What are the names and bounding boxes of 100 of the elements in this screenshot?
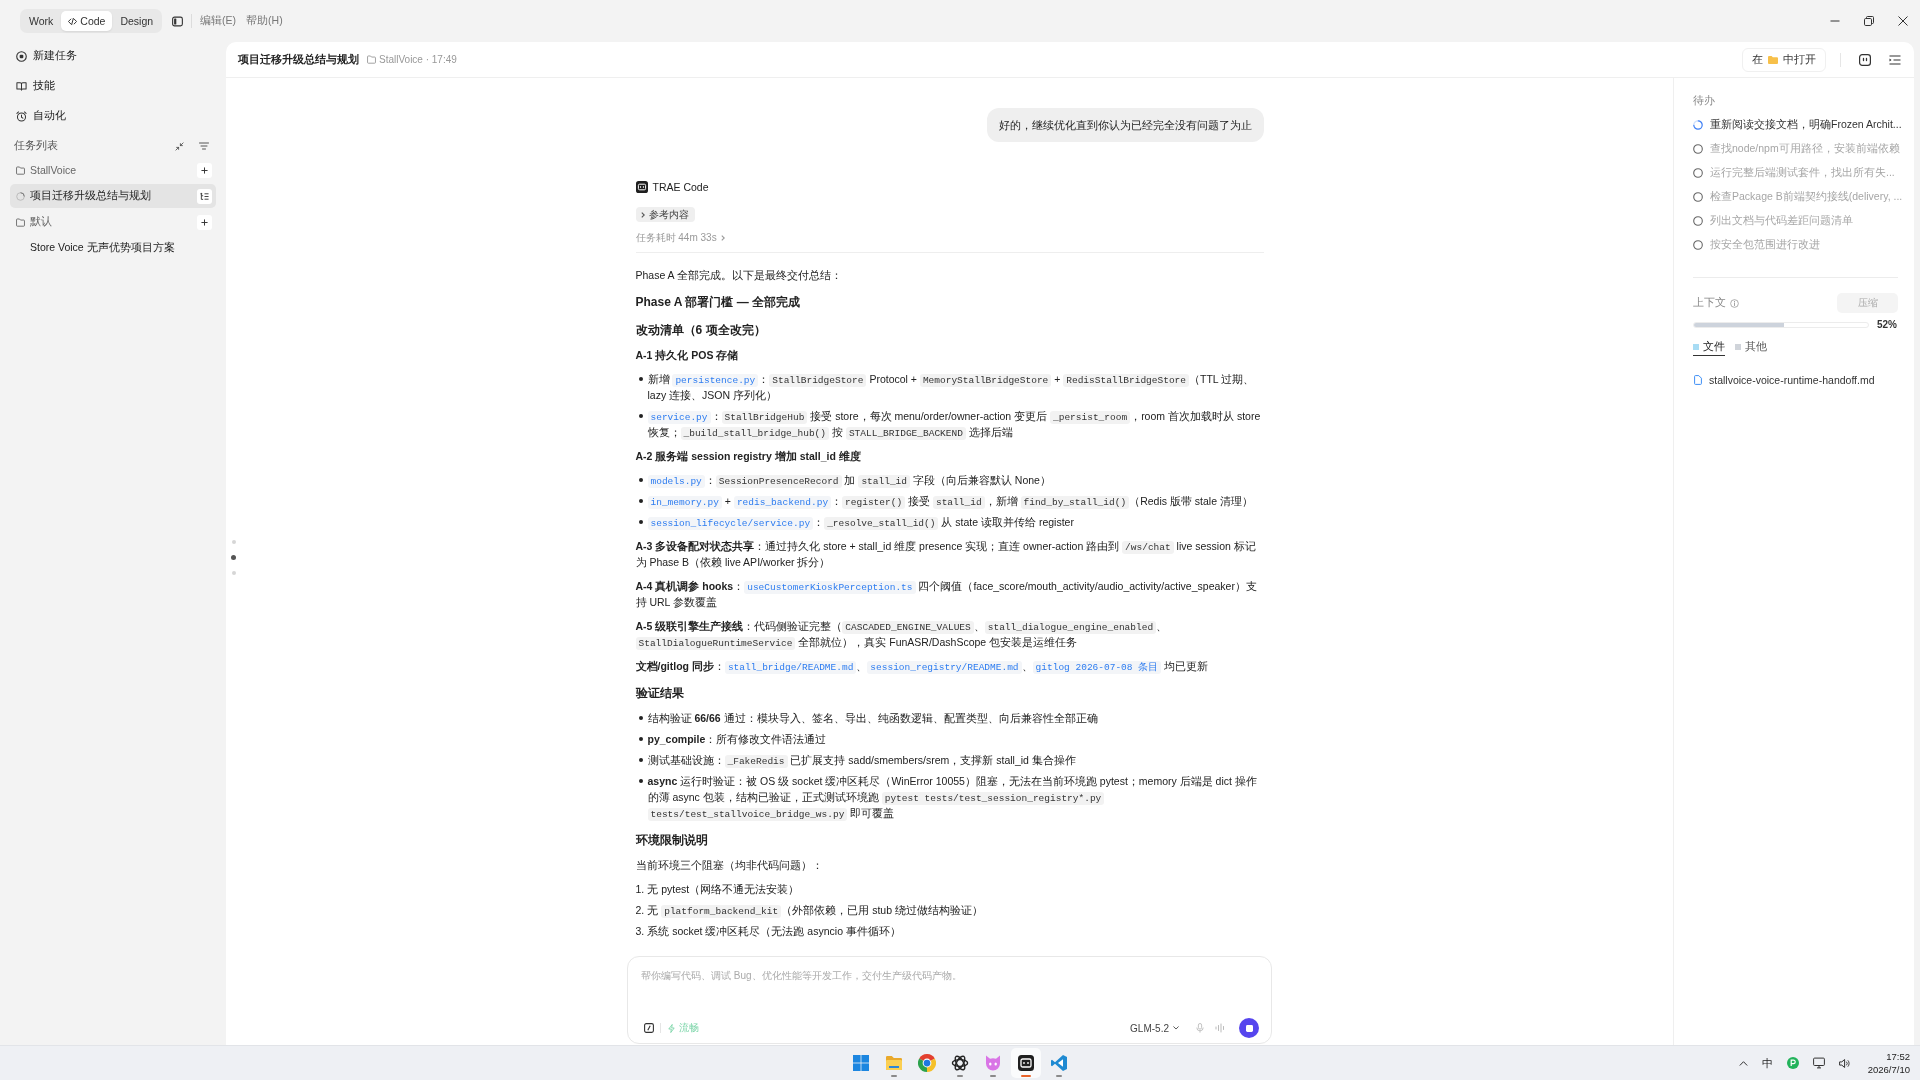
menu-item[interactable]: 编辑(E) (200, 14, 237, 28)
slash-square-icon[interactable] (644, 1023, 654, 1033)
input-method-indicator[interactable]: 中 (1761, 1055, 1773, 1071)
add-button[interactable] (197, 162, 212, 178)
task-item[interactable]: Store Voice 无声优势项目方案 (10, 236, 216, 260)
list-icon[interactable] (1889, 53, 1901, 66)
list-item-text: 测试基础设施： _FakeRedis 已扩展支持 sadd/smembers/srem，支撑新 stall_id 集合操作 (647, 753, 1077, 768)
nav-item[interactable]: 自动化 (10, 102, 216, 130)
circle-icon (1693, 240, 1703, 250)
mode-tab[interactable]: Code (61, 11, 113, 31)
file-link[interactable]: persistence.py (672, 374, 759, 387)
list-item-text: models.py ： SessionPresenceRecord 加 stall_id 字段（向后兼容默认 None） (647, 472, 1264, 488)
monitor-icon[interactable] (1812, 1057, 1825, 1069)
todo-item: 检查Package B前端契约接线(delivery, ... (1693, 185, 1908, 209)
file-link[interactable]: service.py (647, 411, 711, 424)
panel-title: 待办 (1693, 93, 1716, 108)
task-title: 项目迁移升级总结与规划 (238, 52, 359, 67)
task-item[interactable]: 项目迁移升级总结与规划 (10, 184, 216, 208)
todo-item: 查找node/npm可用路径，安装前端依赖 (1693, 137, 1908, 161)
scroll-marker-icon[interactable] (231, 540, 236, 544)
knot-icon (951, 1054, 969, 1072)
bullet-icon (638, 414, 643, 418)
screen-square-icon (1017, 1054, 1035, 1072)
message-composer[interactable]: 帮你编写代码、调试 Bug、优化性能等开发工作，交付生产级代码产物。 流畅 GLM-5.2 (627, 956, 1272, 1044)
paragraph: Phase A 全部完成。以下是最终交付总结： (635, 268, 843, 283)
clock-time[interactable]: 17:52 (1886, 1050, 1910, 1063)
ribbon-icon (1050, 1054, 1068, 1072)
list-number: 3. (635, 924, 645, 939)
section-label: 任务列表 (14, 139, 58, 153)
file-link[interactable]: useCustomerKioskPerception.ts (744, 581, 916, 594)
nav-item[interactable]: 新建任务 (10, 42, 216, 70)
todo-item: 按安全包范围进行改进 (1693, 233, 1908, 257)
context-tab[interactable]: 文件 (1693, 338, 1725, 356)
cat-icon (984, 1054, 1002, 1072)
list-item-text: 无 platform_backend_kit （外部依赖，已用 stub 绕过做结构验证） (647, 903, 984, 918)
assistant-name: TRAE Code (652, 181, 709, 193)
taskbar-app-button[interactable] (1011, 1048, 1041, 1078)
plus-icon (201, 166, 208, 174)
close-icon[interactable] (1898, 16, 1908, 26)
list-item-text: 无 pytest（网络不通无法安装） (647, 882, 801, 897)
file-link[interactable]: session_registry/README.md (867, 661, 1022, 674)
todo-item: 运行完整后端测试套件，找出所有失... (1693, 161, 1908, 185)
caret-icon (1173, 1026, 1179, 1030)
logo-icon (635, 181, 648, 193)
outline-button[interactable] (197, 188, 212, 204)
file-link[interactable]: gitlog 2026-07-08 条目 (1032, 661, 1162, 674)
scroll-marker-icon[interactable] (231, 555, 236, 560)
collapse-icon[interactable] (175, 141, 184, 151)
list-item-text: 系统 socket 缓冲区耗尽（无法跑 asyncio 事件循环） (647, 924, 902, 939)
bullet-icon (638, 779, 643, 783)
clock-date[interactable]: 2026/7/10 (1867, 1063, 1910, 1076)
file-link[interactable]: session_lifecycle/service.py (647, 517, 814, 530)
file-link[interactable]: models.py (647, 475, 705, 488)
task-meta: StallVoice · 17:49 (379, 54, 457, 65)
bullet-icon (638, 478, 643, 482)
circle-icon (1693, 216, 1703, 226)
paragraph: 当前环境三个阻塞（均非代码问题）： (635, 858, 824, 873)
bullet-icon (638, 716, 643, 720)
reference-toggle[interactable]: 参考内容 (635, 207, 695, 222)
list-number: 1. (635, 882, 645, 897)
stop-button[interactable] (1239, 1018, 1259, 1038)
mode-tab[interactable]: Design (113, 11, 161, 31)
scroll-marker-icon[interactable] (231, 571, 236, 575)
folder-icon (367, 55, 376, 64)
paragraph: A-5 级联引擎生产接线：代码侧验证完整（ CASCADED_ENGINE_VALUES 、 stall_dialogue_engine_enabled 、 StallDialogueRuntimeService 全部就位），真实 FunASR/DashScope 包安装是运维任务 (635, 619, 1169, 650)
circle-badge-icon[interactable] (1786, 1057, 1799, 1069)
folder-item[interactable]: StallVoice (10, 158, 197, 182)
spinner-icon (1693, 120, 1703, 130)
folder-icon (885, 1054, 903, 1072)
mode-tab[interactable]: Work (22, 11, 61, 31)
user-message: 好的，继续优化直到你认为已经完全没有问题了为止 (986, 108, 1264, 142)
usage-reading: 52% (1877, 319, 1897, 330)
menu-item[interactable]: 帮助(H) (246, 14, 283, 28)
chevron-up-icon[interactable] (1738, 1058, 1748, 1068)
file-item[interactable]: stallvoice-voice-runtime-handoff.md (1693, 370, 1908, 390)
message-input[interactable]: 帮你编写代码、调试 Bug、优化性能等开发工作，交付生产级代码产物。 (641, 969, 1259, 1017)
bullet-icon (638, 737, 643, 741)
open-in-button[interactable]: 在 中打开 (1742, 47, 1826, 72)
subsection-heading: A-2 服务端 session registry 增加 stall_id 维度 (635, 449, 862, 464)
segmented-circle-icon (918, 1054, 936, 1072)
sidebar-toggle-icon[interactable] (172, 15, 184, 27)
code-icon (68, 16, 78, 26)
speaker-icon[interactable] (1838, 1057, 1850, 1069)
todo-item: 重新阅读交接文档，明确Frozen Archit... (1693, 113, 1908, 137)
folder-icon (16, 217, 25, 227)
model-selector[interactable]: GLM-5.2 (1130, 1022, 1179, 1034)
list-tree-icon (200, 191, 209, 201)
circle-icon (1693, 144, 1703, 154)
file-link[interactable]: stall_bridge/README.md (724, 661, 857, 674)
nav-item[interactable]: 技能 (10, 72, 216, 100)
todo-item: 列出文档与代码差距问题清单 (1693, 209, 1908, 233)
restore-icon[interactable] (1864, 16, 1874, 26)
bullet-icon (638, 520, 643, 524)
folder-item[interactable]: 默认 (10, 210, 197, 234)
dots-square-icon[interactable] (1859, 53, 1871, 66)
file-link[interactable]: redis_backend.py (733, 496, 832, 509)
context-tab[interactable]: 其他 (1735, 338, 1767, 356)
chevron-right-icon[interactable] (720, 235, 725, 241)
add-button[interactable] (197, 214, 212, 230)
file-link[interactable]: in_memory.py (647, 496, 722, 509)
